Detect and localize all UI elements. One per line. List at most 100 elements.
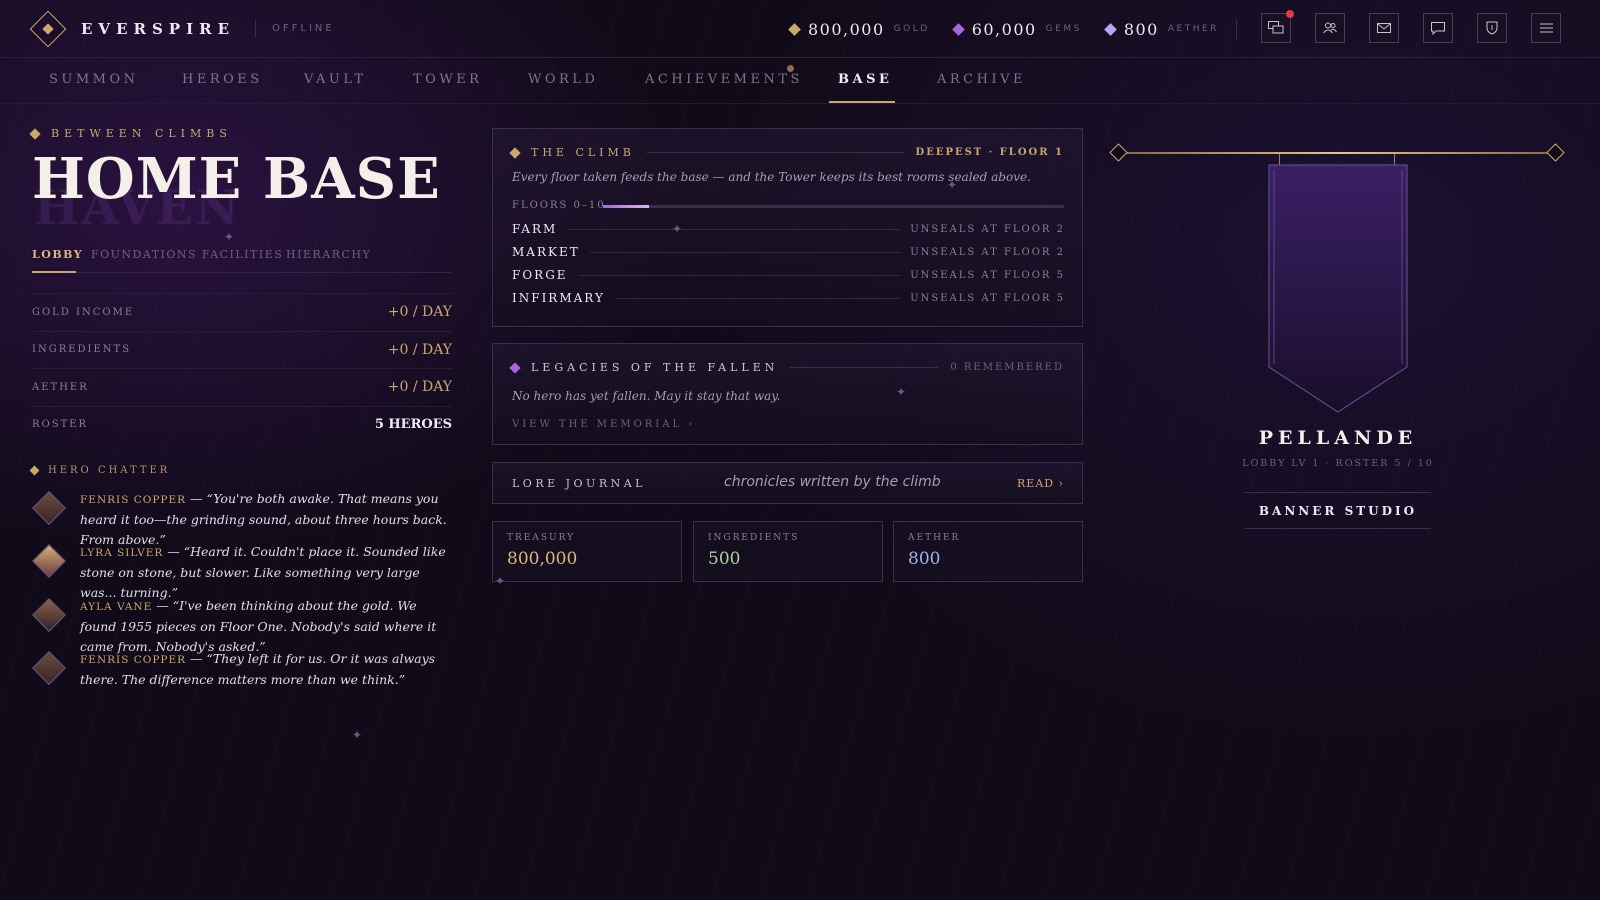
tab-lobby[interactable]: LOBBY <box>32 248 83 261</box>
nav-vault[interactable]: VAULT <box>304 72 367 87</box>
shield-icon <box>1486 21 1498 35</box>
facility-row: MARKET UNSEALS AT FLOOR 2 <box>512 245 1065 259</box>
friends-button[interactable] <box>1315 13 1345 43</box>
sparkle-icon: ✦ <box>224 230 235 244</box>
hero-avatar[interactable] <box>32 544 66 578</box>
chat-bubbles-button[interactable] <box>1261 10 1294 43</box>
stat-row: INGREDIENTS +0 / DAY <box>32 330 452 369</box>
guild-subtitle: LOBBY LV 1 · ROSTER 5 / 10 <box>1242 458 1434 469</box>
nav-active-indicator <box>829 101 895 103</box>
brand-name: EVERSPIRE <box>81 19 235 38</box>
brand-logo[interactable]: EVERSPIRE <box>29 10 235 47</box>
hero-avatar[interactable] <box>32 491 66 525</box>
hero-avatar[interactable] <box>32 598 66 632</box>
lore-journal-button[interactable]: LORE JOURNAL chronicles written by the c… <box>492 462 1083 504</box>
stat-label: GOLD INCOME <box>32 306 135 318</box>
nav-heroes[interactable]: HEROES <box>182 72 263 87</box>
subtab-active-indicator <box>32 271 76 273</box>
gems-value: 60,000 <box>971 19 1037 39</box>
resource-label: INGREDIENTS <box>708 533 800 543</box>
tab-hierarchy[interactable]: HIERARCHY <box>286 248 371 261</box>
facility-unseal: UNSEALS AT FLOOR 5 <box>910 269 1065 281</box>
gem-icon <box>951 22 965 36</box>
nav-summon[interactable]: SUMMON <box>49 72 139 87</box>
banner-studio-button[interactable]: BANNER STUDIO <box>1245 492 1431 529</box>
subtabs: LOBBY FOUNDATIONS FACILITIES HIERARCHY <box>32 247 452 273</box>
shield-button[interactable] <box>1477 13 1507 43</box>
legacies-panel: LEGACIES OF THE FALLEN 0 REMEMBERED No h… <box>492 343 1083 445</box>
banner-rod <box>1122 152 1556 154</box>
resource-value: 800,000 <box>507 549 578 569</box>
facility-name: MARKET <box>512 245 580 259</box>
facility-name: INFIRMARY <box>512 291 605 305</box>
logo-diamond-icon <box>29 10 67 47</box>
chat-line: FENRIS COPPER — “You're both awake. That… <box>32 489 452 550</box>
diamond-icon <box>29 127 41 140</box>
legacies-title: LEGACIES OF THE FALLEN <box>531 361 779 374</box>
nav-world[interactable]: WORLD <box>528 72 598 87</box>
chat-hero-name[interactable]: AYLA VANE <box>80 601 152 613</box>
lore-read-link[interactable]: READ › <box>1017 477 1064 490</box>
climb-panel: THE CLIMB DEEPEST · FLOOR 1 Every floor … <box>492 128 1083 327</box>
climb-title: THE CLIMB <box>531 146 635 159</box>
base-stats: GOLD INCOME +0 / DAY INGREDIENTS +0 / DA… <box>32 293 452 443</box>
menu-icon <box>1539 23 1553 33</box>
tab-facilities[interactable]: FACILITIES <box>202 248 283 261</box>
resource-value: 800 <box>908 549 941 569</box>
stat-value: +0 / DAY <box>387 304 452 321</box>
rod-finial-right <box>1546 143 1565 162</box>
chat-line: FENRIS COPPER — “They left it for us. Or… <box>32 649 452 690</box>
chat-text: AYLA VANE — “I've been thinking about th… <box>80 596 452 657</box>
stat-row: GOLD INCOME +0 / DAY <box>32 293 452 331</box>
mail-button[interactable] <box>1369 13 1399 43</box>
nav-base[interactable]: BASE <box>838 72 892 87</box>
stat-row: ROSTER 5 HEROES <box>32 405 452 444</box>
chat-separator: — <box>163 544 184 559</box>
sparkle-icon: ✦ <box>672 222 683 236</box>
resource-label: AETHER <box>908 533 961 543</box>
resource-card-aether: AETHER 800 <box>893 521 1083 582</box>
nav-tower[interactable]: TOWER <box>413 72 482 87</box>
climb-progress-fill <box>603 205 650 208</box>
climb-header: THE CLIMB DEEPEST · FLOOR 1 <box>509 146 1064 159</box>
friends-icon <box>1323 22 1337 34</box>
aether-label: AETHER <box>1167 24 1219 34</box>
gold-gem-icon <box>788 22 801 36</box>
climb-progress-bar <box>603 205 1064 208</box>
divider <box>646 152 904 153</box>
stat-value: +0 / DAY <box>387 379 452 396</box>
chat-hero-name[interactable]: FENRIS COPPER <box>80 654 186 666</box>
hero-chatter-heading: HERO CHATTER <box>29 465 170 476</box>
gold-value: 800,000 <box>808 19 885 39</box>
hero-avatar[interactable] <box>32 651 66 685</box>
guild-name: PELLANDE <box>1258 427 1418 449</box>
connection-status: OFFLINE <box>272 23 335 34</box>
chat-text: FENRIS COPPER — “You're both awake. That… <box>80 489 452 550</box>
facility-row: INFIRMARY UNSEALS AT FLOOR 5 <box>512 291 1065 305</box>
chat-separator: — <box>186 491 207 506</box>
page-title: HOME BASE <box>32 146 441 212</box>
tab-foundations[interactable]: FOUNDATIONS <box>91 248 197 261</box>
resource-label: TREASURY <box>507 533 576 543</box>
chat-hero-name[interactable]: FENRIS COPPER <box>80 494 186 506</box>
menu-button[interactable] <box>1531 13 1561 43</box>
nav-achievements[interactable]: ACHIEVEMENTS <box>645 72 803 87</box>
floors-range-label: FLOORS 0–10 <box>512 200 606 211</box>
facility-row: FARM UNSEALS AT FLOOR 2 <box>512 222 1065 236</box>
message-button[interactable] <box>1423 13 1453 43</box>
diamond-icon <box>29 465 40 476</box>
currency-gems: 60,000 GEMS <box>951 19 1082 39</box>
legacies-text: No hero has yet fallen. May it stay that… <box>512 389 781 403</box>
resource-value: 500 <box>708 549 741 569</box>
chat-hero-name[interactable]: LYRA SILVER <box>80 547 163 559</box>
nav-archive[interactable]: ARCHIVE <box>937 72 1026 87</box>
guild-banner[interactable] <box>1268 164 1408 414</box>
sparkle-icon: ✦ <box>352 728 363 742</box>
chat-text: LYRA SILVER — “Heard it. Couldn't place … <box>80 542 452 603</box>
view-memorial-link[interactable]: VIEW THE MEMORIAL › <box>512 419 695 430</box>
sparkle-icon: ✦ <box>896 385 907 399</box>
aether-value: 800 <box>1123 19 1159 39</box>
rod-finial-left <box>1109 143 1128 162</box>
divider <box>1236 19 1237 39</box>
notification-dot <box>1286 10 1294 18</box>
